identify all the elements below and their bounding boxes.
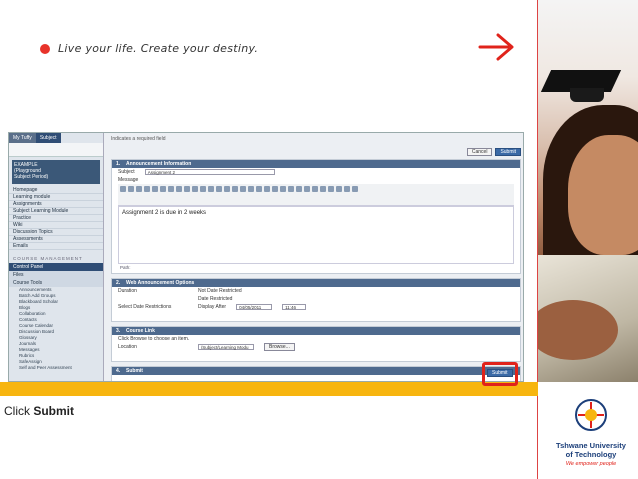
- tagline: Live your life. Create your destiny.: [40, 42, 258, 55]
- main-content: Indicates a required field Cancel Submit…: [107, 133, 523, 381]
- submit-button-bottom[interactable]: Submit: [487, 369, 513, 377]
- student-photo: [538, 0, 638, 382]
- announcement-section: 1. Announcement Information Subject Assig…: [111, 159, 521, 274]
- sidebar-item[interactable]: Learning module: [9, 194, 103, 201]
- sidebar-item[interactable]: Practice: [9, 215, 103, 222]
- sidebar-item[interactable]: Discussion Topics: [9, 229, 103, 236]
- course-title: EXAMPLE (Playground Subject Period): [12, 160, 100, 184]
- editor-toolbar: [118, 184, 514, 206]
- university-crest-icon: [575, 399, 607, 431]
- subject-label: Subject: [118, 169, 135, 175]
- display-after-date[interactable]: 04/05/2011: [236, 304, 273, 310]
- subject-field[interactable]: Assignment 2: [144, 169, 275, 175]
- course-sidebar: My Tuffy Subject EXAMPLE (Playground Sub…: [9, 133, 104, 381]
- sidebar-item[interactable]: Assessments: [9, 236, 103, 243]
- caption-target: Submit: [33, 404, 75, 418]
- radio-not-restricted[interactable]: Not Date Restricted: [198, 288, 242, 294]
- tab-my[interactable]: My Tuffy: [9, 133, 36, 143]
- sidebar-toolbar: [9, 143, 103, 157]
- red-dot-icon: [40, 43, 50, 54]
- submit-highlight[interactable]: Submit: [482, 362, 518, 386]
- university-logo: Tshwane University of Technology We empo…: [548, 398, 634, 472]
- required-note: Indicates a required field: [111, 136, 166, 142]
- section-title: Announcement Information: [126, 161, 192, 167]
- message-label: Message: [118, 177, 139, 183]
- tagline-text: Live your life. Create your destiny.: [58, 42, 259, 55]
- radio-date-restricted[interactable]: Date Restricted: [198, 296, 232, 302]
- submit-section: 4. Submit: [111, 366, 521, 381]
- tool-item[interactable]: Self and Peer Assessment: [9, 365, 103, 371]
- cancel-button[interactable]: Cancel: [466, 148, 493, 156]
- browse-button[interactable]: Browse...: [264, 343, 295, 351]
- university-tagline: We empower people: [565, 461, 617, 467]
- submit-button-top[interactable]: Submit: [495, 148, 521, 156]
- course-link-section: 3. Course Link Click Browse to choose an …: [111, 326, 521, 362]
- university-name: Tshwane University of Technology: [556, 441, 626, 459]
- sidebar-item[interactable]: Emails: [9, 243, 103, 250]
- control-panel-header[interactable]: Control Panel: [9, 263, 103, 271]
- sidebar-item[interactable]: Assignments: [9, 201, 103, 208]
- message-editor[interactable]: Assignment 2 is due in 2 weeks: [118, 206, 514, 264]
- sidebar-item[interactable]: Wiki: [9, 222, 103, 229]
- location-field[interactable]: /Subject/Learning Modu: [198, 344, 254, 350]
- web-options-section: 2. Web Announcement Options Duration Not …: [111, 278, 521, 322]
- editor-path: Path:: [120, 265, 131, 270]
- lms-screenshot: My Tuffy Subject EXAMPLE (Playground Sub…: [8, 132, 524, 382]
- display-after-time[interactable]: 11:46: [282, 304, 307, 310]
- course-tools-item[interactable]: Course Tools: [9, 279, 103, 287]
- instruction-caption: Click Submit: [4, 404, 75, 418]
- files-item[interactable]: Files: [9, 271, 103, 279]
- sidebar-item[interactable]: Subject Learning Module: [9, 208, 103, 215]
- course-management-label: COURSE MANAGEMENT: [13, 256, 83, 261]
- arrow-right-icon: [478, 33, 514, 61]
- orange-band: [0, 382, 538, 396]
- tab-subject[interactable]: Subject: [35, 133, 61, 143]
- slide: Live your life. Create your destiny. My …: [0, 0, 638, 479]
- sidebar-item[interactable]: Homepage: [9, 187, 103, 194]
